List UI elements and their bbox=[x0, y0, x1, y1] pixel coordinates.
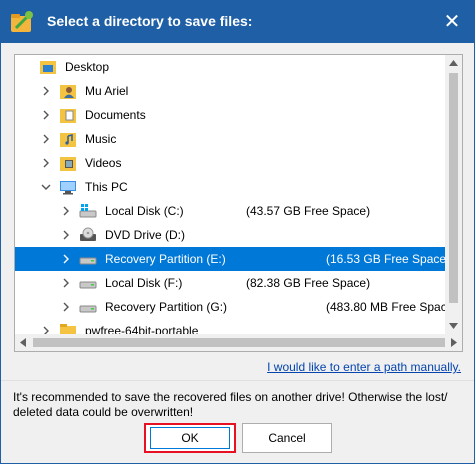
drive-icon bbox=[79, 281, 97, 289]
tree-item-label: Documents bbox=[85, 108, 146, 122]
app-logo-icon bbox=[11, 11, 33, 32]
free-space-label: (483.80 MB Free Space) bbox=[326, 300, 458, 314]
tree-item[interactable]: Recovery Partition (G:) (483.80 MB Free S… bbox=[15, 295, 457, 319]
tree-item[interactable]: Documents bbox=[15, 103, 446, 127]
windows-drive-icon bbox=[79, 204, 97, 218]
music-folder-icon bbox=[60, 133, 76, 147]
chevron-right-icon[interactable] bbox=[61, 278, 71, 288]
dialog-title: Select a directory to save files: bbox=[47, 13, 253, 29]
tree-item-label: Recovery Partition (G:) bbox=[105, 300, 228, 314]
scroll-left-icon[interactable] bbox=[20, 338, 26, 347]
tree-item[interactable]: Local Disk (C:) (43.57 GB Free Space) bbox=[15, 199, 446, 223]
ok-button-label: OK bbox=[150, 427, 230, 449]
ok-button[interactable]: OK bbox=[144, 423, 236, 453]
chevron-right-icon[interactable] bbox=[61, 254, 71, 264]
drive-icon bbox=[79, 257, 97, 265]
chevron-right-icon[interactable] bbox=[41, 134, 51, 144]
cancel-button[interactable]: Cancel bbox=[242, 423, 332, 453]
tree-item-label: Local Disk (C:) bbox=[105, 204, 184, 218]
tree-item-label: Desktop bbox=[65, 60, 110, 74]
tree-item-label: Recovery Partition (E:) bbox=[105, 252, 226, 266]
videos-folder-icon bbox=[60, 157, 76, 171]
tree-item[interactable]: Recovery Partition (E:) (16.53 GB Free Sp… bbox=[15, 247, 450, 271]
documents-folder-icon bbox=[60, 109, 76, 123]
tree-item-label: Mu Ariel bbox=[85, 84, 129, 98]
desktop-folder-icon bbox=[40, 61, 56, 74]
tree-item[interactable]: Desktop bbox=[15, 55, 446, 79]
computer-icon bbox=[60, 181, 76, 195]
recommendation-notice: It's recommended to save the recovered f… bbox=[13, 390, 448, 419]
vertical-scroll-thumb[interactable] bbox=[449, 73, 458, 303]
vertical-scrollbar[interactable] bbox=[445, 55, 462, 335]
tree-item[interactable]: Mu Ariel bbox=[15, 79, 446, 103]
manual-path-link[interactable]: I would like to enter a path manually. bbox=[267, 360, 461, 374]
tree-item-label: Music bbox=[85, 132, 117, 146]
chevron-right-icon[interactable] bbox=[61, 206, 71, 216]
chevron-right-icon[interactable] bbox=[61, 230, 71, 240]
horizontal-scroll-thumb[interactable] bbox=[33, 338, 445, 347]
tree-item[interactable]: DVD Drive (D:) bbox=[15, 223, 446, 247]
chevron-right-icon[interactable] bbox=[41, 158, 51, 168]
tree-item[interactable]: Music bbox=[15, 127, 446, 151]
scroll-down-icon[interactable] bbox=[449, 323, 458, 329]
dvd-drive-icon bbox=[80, 227, 96, 241]
drive-icon bbox=[79, 305, 97, 313]
divider bbox=[1, 380, 474, 381]
free-space-label: (16.53 GB Free Space) bbox=[326, 252, 451, 266]
free-space-label: (82.38 GB Free Space) bbox=[246, 276, 371, 290]
tree-item-label: DVD Drive (D:) bbox=[105, 228, 185, 242]
save-directory-dialog: Select a directory to save files: ✕ Desk… bbox=[0, 0, 475, 464]
scroll-up-icon[interactable] bbox=[449, 60, 458, 66]
user-folder-icon bbox=[60, 85, 76, 99]
tree-item[interactable]: Local Disk (F:) (82.38 GB Free Space) bbox=[15, 271, 446, 295]
scroll-right-icon[interactable] bbox=[451, 338, 457, 347]
close-button[interactable]: ✕ bbox=[440, 10, 464, 34]
tree-item[interactable]: Videos bbox=[15, 151, 446, 175]
chevron-right-icon[interactable] bbox=[61, 302, 71, 312]
chevron-right-icon[interactable] bbox=[41, 110, 51, 120]
chevron-down-icon[interactable] bbox=[41, 182, 51, 192]
tree-item-label: Videos bbox=[85, 156, 122, 170]
tree-item-label: This PC bbox=[85, 180, 128, 194]
horizontal-scrollbar[interactable] bbox=[15, 334, 462, 351]
chevron-right-icon[interactable] bbox=[41, 86, 51, 96]
tree-item-label: Local Disk (F:) bbox=[105, 276, 183, 290]
free-space-label: (43.57 GB Free Space) bbox=[246, 204, 371, 218]
tree-item[interactable]: This PC bbox=[15, 175, 446, 199]
title-bar: Select a directory to save files: ✕ bbox=[1, 1, 474, 43]
directory-tree[interactable]: Desktop Mu Ariel Documents Music Videos This … bbox=[14, 54, 463, 352]
